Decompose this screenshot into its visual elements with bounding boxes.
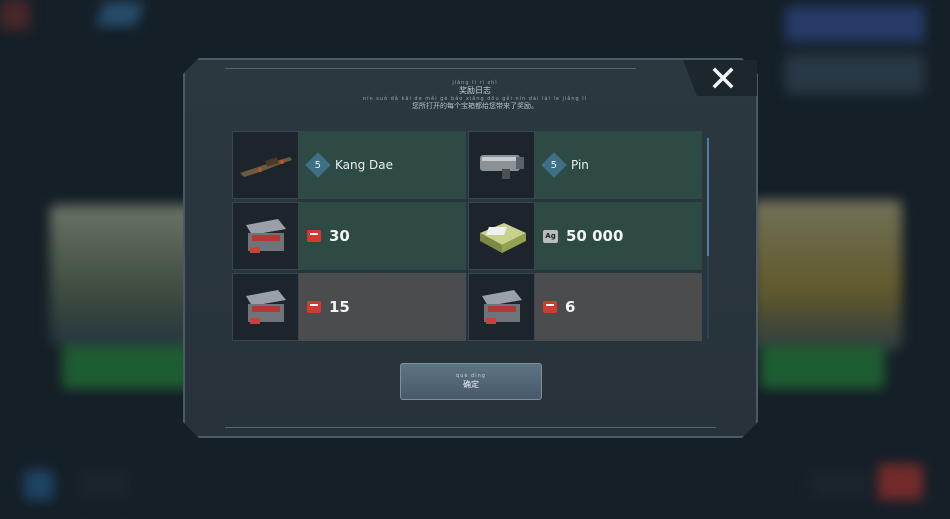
reward-cell: 6 <box>468 273 702 341</box>
coupon-icon <box>543 301 557 313</box>
reward-amount: 50 000 <box>566 227 624 245</box>
reward-cell: 15 <box>232 273 466 341</box>
reward-grid: 5 Kang Dae 5 Pin 30 Ag 50 000 15 6 <box>232 131 702 342</box>
chest-icon <box>232 273 299 341</box>
reward-amount: 15 <box>329 298 350 316</box>
dialog-header: jiǎng lì rì zhì 奖励日志 nín suǒ dǎ kāi de m… <box>300 80 650 111</box>
reward-cell: 30 <box>232 202 466 270</box>
reward-cell: Ag 50 000 <box>468 202 702 270</box>
reward-name: Kang Dae <box>335 158 394 172</box>
confirm-label: 确定 <box>463 380 479 389</box>
reward-cell: 5 Kang Dae <box>232 131 466 199</box>
level-badge: 5 <box>305 152 331 178</box>
minigun-icon <box>468 131 535 199</box>
silver-crate-icon <box>468 202 535 270</box>
close-icon <box>712 67 734 89</box>
dialog-title: 奖励日志 <box>459 86 491 95</box>
rifle-icon <box>232 131 299 199</box>
scrollbar-thumb[interactable] <box>707 138 709 256</box>
reward-cell: 5 Pin <box>468 131 702 199</box>
chest-icon <box>468 273 535 341</box>
confirm-button[interactable]: què dìng 确定 <box>400 363 542 400</box>
reward-amount: 6 <box>565 298 576 316</box>
level-badge: 5 <box>541 152 567 178</box>
coupon-icon <box>307 230 321 242</box>
reward-amount: 30 <box>329 227 350 245</box>
chest-icon <box>232 202 299 270</box>
silver-currency-icon: Ag <box>543 229 558 243</box>
reward-name: Pin <box>571 158 589 172</box>
coupon-icon <box>307 301 321 313</box>
dialog-subtitle: 您所打开的每个宝箱都给您带来了奖励。 <box>412 102 538 110</box>
dialog-rim-bottom <box>225 425 716 428</box>
dialog-rim-top <box>225 68 636 71</box>
